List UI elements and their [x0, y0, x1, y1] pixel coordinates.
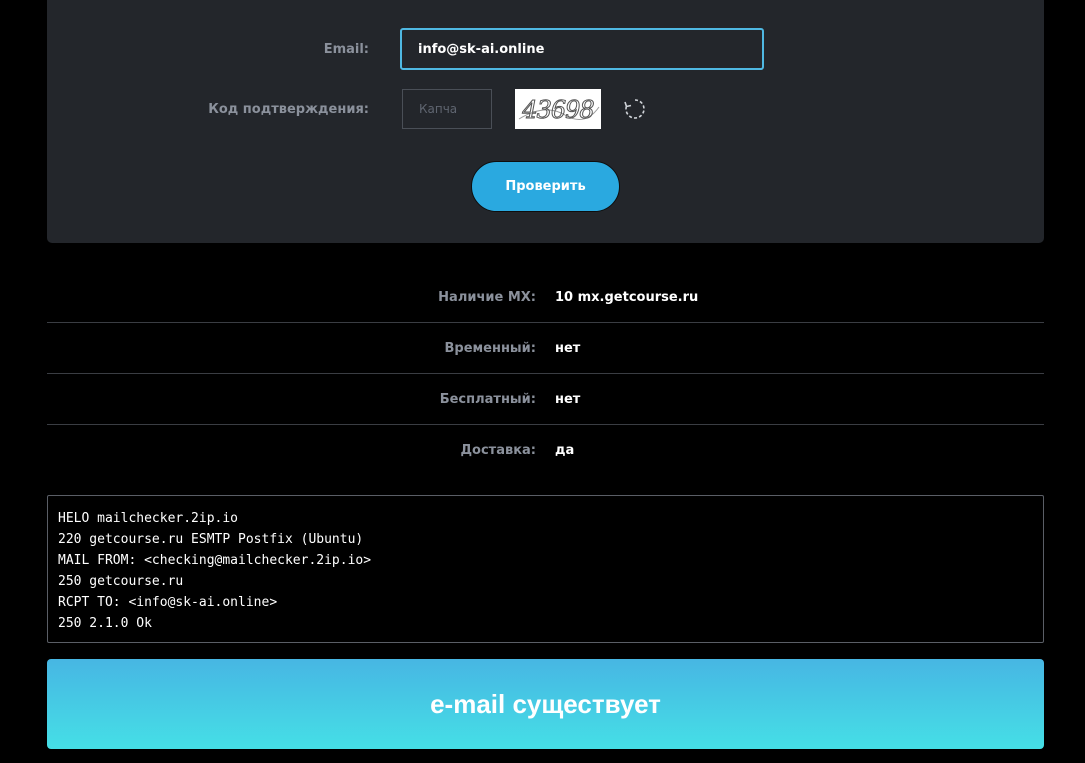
- captcha-input[interactable]: [402, 89, 492, 129]
- captcha-label: Код подтверждения:: [208, 102, 369, 117]
- log-line: 220 getcourse.ru ESMTP Postfix (Ubuntu): [58, 532, 364, 547]
- result-value: нет: [555, 341, 581, 356]
- result-row: Доставка: да: [47, 425, 1044, 475]
- log-line: MAIL FROM: <checking@mailchecker.2ip.io>: [58, 553, 372, 568]
- results-table: Наличие MX: 10 mx.getcourse.ru Временный: н…: [47, 272, 1044, 475]
- result-label: Наличие MX:: [438, 290, 536, 305]
- email-label: Email:: [323, 42, 369, 57]
- check-button[interactable]: Проверить: [471, 161, 620, 212]
- result-value: 10 mx.getcourse.ru: [555, 290, 699, 305]
- result-row: Временный: нет: [47, 323, 1044, 374]
- result-row: Наличие MX: 10 mx.getcourse.ru: [47, 272, 1044, 323]
- svg-text:43698: 43698: [521, 96, 594, 124]
- refresh-captcha-icon[interactable]: [622, 96, 648, 122]
- log-line: RCPT TO: <info@sk-ai.online>: [58, 595, 278, 610]
- smtp-log: HELO mailchecker.2ip.io 220 getcourse.ru …: [47, 495, 1044, 643]
- log-line: 250 2.1.0 Ok: [58, 616, 152, 631]
- log-line: HELO mailchecker.2ip.io: [58, 511, 239, 526]
- result-label: Временный:: [444, 341, 536, 356]
- captcha-image: 43698: [515, 89, 601, 129]
- result-label: Доставка:: [460, 443, 536, 458]
- result-value: да: [555, 443, 575, 458]
- result-row: Бесплатный: нет: [47, 374, 1044, 425]
- email-input[interactable]: [400, 28, 764, 70]
- result-label: Бесплатный:: [439, 392, 536, 407]
- verdict-banner: e-mail существует: [47, 659, 1044, 749]
- check-form-panel: Email: Код подтверждения: 43698 Проверит…: [47, 0, 1044, 243]
- log-line: 250 getcourse.ru: [58, 574, 184, 589]
- result-value: нет: [555, 392, 581, 407]
